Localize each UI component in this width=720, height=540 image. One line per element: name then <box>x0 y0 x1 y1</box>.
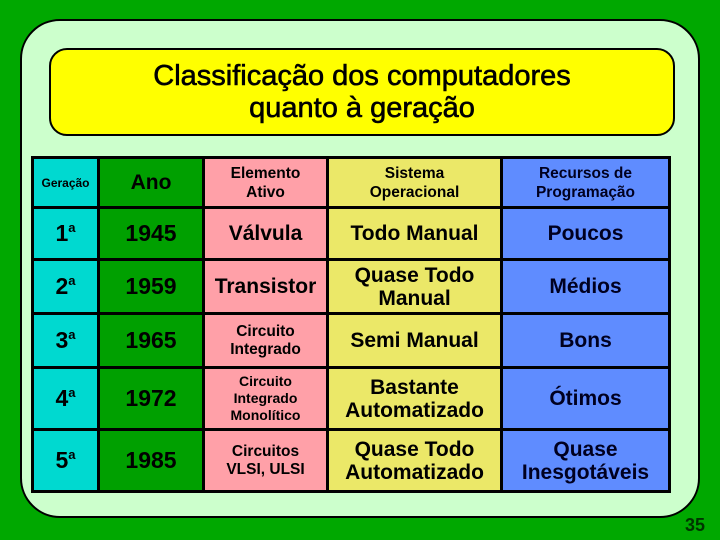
cell-sistema-operacional-line: Automatizado <box>345 460 484 484</box>
generations-table: Geração Ano Elemento Ativo Sistema Opera… <box>31 156 671 493</box>
geracao-number: 3 <box>55 327 69 353</box>
geracao-ordinal-indicator: a <box>68 220 76 235</box>
cell-sistema-operacional: Semi Manual <box>326 312 503 369</box>
cell-ano: 1959 <box>97 258 205 315</box>
header-sistema-line-2: Operacional <box>369 183 460 201</box>
cell-sistema-operacional-line: Manual <box>378 286 451 310</box>
table-header-row: Geração Ano Elemento Ativo Sistema Opera… <box>31 156 671 209</box>
header-sistema-operacional: Sistema Operacional <box>326 156 503 209</box>
cell-elemento-ativo-line: VLSI, ULSI <box>226 460 305 478</box>
header-recursos-line-1: Recursos de <box>538 164 633 182</box>
table-row: 3a 1965 Circuito Integrado Semi Manual Bons <box>31 312 671 369</box>
header-elemento-line-2: Ativo <box>246 183 285 201</box>
geracao-ordinal-indicator: a <box>68 447 76 462</box>
cell-sistema-operacional-line: Todo Manual <box>350 222 479 245</box>
cell-elemento-ativo: Circuitos VLSI, ULSI <box>202 428 329 493</box>
header-recursos-line-2: Programação <box>535 183 636 201</box>
title-line-1: Classificação dos computadores <box>153 60 571 93</box>
header-sistema-line-1: Sistema <box>384 164 445 182</box>
geracao-number: 1 <box>55 220 69 246</box>
cell-geracao: 3a <box>31 312 100 369</box>
cell-sistema-operacional: Quase Todo Automatizado <box>326 428 503 493</box>
cell-elemento-ativo-line: Transistor <box>214 275 317 298</box>
cell-elemento-ativo: Válvula <box>202 206 329 261</box>
cell-recursos-programacao: Ótimos <box>500 366 671 431</box>
table-row: 4a 1972 Circuito Integrado Monolítico Bastant… <box>31 366 671 431</box>
cell-elemento-ativo: Circuito Integrado Monolítico <box>202 366 329 431</box>
geracao-ordinal-indicator: a <box>68 385 76 400</box>
title-line-2: quanto à geração <box>249 92 475 125</box>
cell-recursos-programacao: Poucos <box>500 206 671 261</box>
cell-sistema-operacional-line: Automatizado <box>345 398 484 422</box>
cell-sistema-operacional-line: Quase Todo <box>354 263 475 287</box>
cell-ano: 1972 <box>97 366 205 431</box>
cell-geracao: 2a <box>31 258 100 315</box>
table-row: 2a 1959 Transistor Quase Todo Manual Médios <box>31 258 671 315</box>
geracao-ordinal-indicator: a <box>68 327 76 342</box>
title-box: Classificação dos computadores quanto à … <box>49 48 675 136</box>
header-elemento-ativo: Elemento Ativo <box>202 156 329 209</box>
cell-sistema-operacional-line: Quase Todo <box>354 437 475 461</box>
cell-recursos-programacao: Bons <box>500 312 671 369</box>
cell-ano: 1945 <box>97 206 205 261</box>
geracao-number: 2 <box>55 273 69 299</box>
cell-sistema-operacional-line: Bastante <box>370 375 459 399</box>
page-number: 35 <box>685 515 706 535</box>
cell-sistema-operacional: Todo Manual <box>326 206 503 261</box>
header-geracao: Geração <box>31 156 100 209</box>
table-row: 1a 1945 Válvula Todo Manual Poucos <box>31 206 671 261</box>
cell-recursos-programacao-line: Quase <box>553 437 618 461</box>
cell-ano: 1985 <box>97 428 205 493</box>
header-recursos-programacao: Recursos de Programação <box>500 156 671 209</box>
cell-sistema-operacional: Bastante Automatizado <box>326 366 503 431</box>
cell-recursos-programacao-line: Poucos <box>547 222 624 245</box>
table-row: 5a 1985 Circuitos VLSI, ULSI Quase Todo Autom… <box>31 428 671 493</box>
cell-recursos-programacao: Médios <box>500 258 671 315</box>
cell-geracao: 4a <box>31 366 100 431</box>
cell-elemento-ativo-line: Circuito <box>236 322 295 340</box>
cell-elemento-ativo-line: Monolítico <box>230 407 301 423</box>
cell-elemento-ativo: Transistor <box>202 258 329 315</box>
header-ano: Ano <box>97 156 205 209</box>
header-elemento-line-1: Elemento <box>230 164 301 182</box>
cell-recursos-programacao-line: Ótimos <box>549 387 622 410</box>
cell-elemento-ativo-line: Circuitos <box>231 442 300 460</box>
cell-elemento-ativo-line: Integrado <box>230 340 301 358</box>
cell-ano: 1965 <box>97 312 205 369</box>
cell-elemento-ativo: Circuito Integrado <box>202 312 329 369</box>
geracao-ordinal-indicator: a <box>68 273 76 288</box>
cell-elemento-ativo-line: Circuito <box>239 373 292 389</box>
cell-elemento-ativo-line: Válvula <box>228 222 303 245</box>
cell-geracao: 5a <box>31 428 100 493</box>
geracao-number: 4 <box>55 385 69 411</box>
cell-geracao: 1a <box>31 206 100 261</box>
cell-elemento-ativo-line: Integrado <box>233 390 298 406</box>
cell-recursos-programacao-line: Bons <box>559 329 612 352</box>
cell-recursos-programacao-line: Inesgotáveis <box>521 460 650 484</box>
cell-recursos-programacao: Quase Inesgotáveis <box>500 428 671 493</box>
cell-recursos-programacao-line: Médios <box>549 275 622 298</box>
cell-sistema-operacional-line: Semi Manual <box>350 329 479 352</box>
geracao-number: 5 <box>55 447 69 473</box>
cell-sistema-operacional: Quase Todo Manual <box>326 258 503 315</box>
